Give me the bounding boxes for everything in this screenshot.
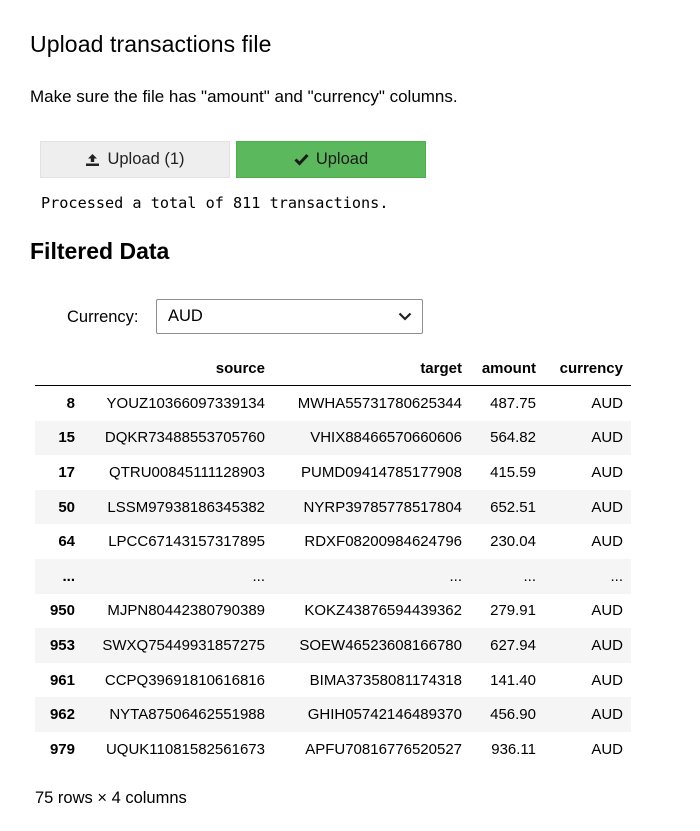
check-icon [294,153,309,166]
row-index: 50 [58,498,75,516]
table-cell: DQKR73488553705760 [104,429,265,447]
file-upload-button-label: Upload (1) [107,150,185,168]
table-cell: AUD [591,740,623,758]
table-cell: AUD [591,706,623,724]
notebook-output: Upload transactions file Make sure the f… [0,0,700,831]
row-index: 8 [66,394,75,412]
table-row: 953 SWXQ75449931857275 SOEW46523608166780 6… [35,628,631,663]
table-cell: NYRP39785778517804 [303,498,462,516]
row-index: ... [62,567,75,585]
table-cell: 456.90 [490,706,536,724]
table-cell: SWXQ75449931857275 [102,636,265,654]
upload-section-title: Upload transactions file [30,31,272,57]
table-cell: LSSM97938186345382 [107,498,265,516]
currency-selected-value: AUD [168,307,203,325]
row-index: 64 [58,533,75,551]
row-index: 953 [49,636,75,654]
table-cell: AUD [591,533,623,551]
table-cell: YOUZ10366097339134 [106,394,265,412]
table-cell: MWHA55731780625344 [297,394,462,412]
filtered-data-title: Filtered Data [30,238,170,264]
table-cell: 627.94 [490,636,536,654]
table-cell: GHIH05742146489370 [307,706,462,724]
column-header: source [83,351,273,386]
table-header-row: source target amount currency [35,351,631,386]
table-cell: ... [610,567,623,585]
table-cell: AUD [591,498,623,516]
processing-output: Processed a total of 811 transactions. [41,194,389,212]
row-index: 15 [58,429,75,447]
column-header: currency [544,351,631,386]
table-cell: 141.40 [490,671,536,689]
column-header [35,351,83,386]
table-cell: LPCC67143157317895 [108,533,265,551]
row-index: 950 [49,602,75,620]
table-row: 950 MJPN80442380790389 KOKZ43876594439362 2… [35,594,631,629]
file-upload-button[interactable]: Upload (1) [40,141,230,178]
upload-button[interactable]: Upload [236,141,426,178]
table-cell: SOEW46523608166780 [299,636,462,654]
table-row: 15 DQKR73488553705760 VHIX88466570660606 56… [35,420,631,456]
chevron-down-icon [398,312,412,321]
table-cell: 564.82 [490,429,536,447]
table-row: ............... [35,558,631,594]
table-cell: CCPQ39691810616816 [104,671,265,689]
table-row: 64 LPCC67143157317895 RDXF08200984624796 23… [35,524,631,559]
table-cell: MJPN80442380790389 [107,602,265,620]
row-index: 961 [49,671,75,689]
table-cell: UQUK11081582561673 [105,740,265,758]
currency-select[interactable]: AUD [156,299,423,334]
table-cell: BIMA37358081174318 [309,671,462,689]
table-summary: 75 rows × 4 columns [35,789,187,807]
table-cell: ... [252,567,265,585]
table-cell: 279.91 [490,602,536,620]
row-index: 979 [49,740,75,758]
table-row: 50 LSSM97938186345382 NYRP39785778517804 65… [35,489,631,525]
upload-instructions: Make sure the file has "amount" and "cur… [30,87,458,106]
table-cell: AUD [591,394,623,412]
table-row: 8 YOUZ10366097339134 MWHA55731780625344 487… [35,386,631,421]
table-row: 961 CCPQ39691810616816 BIMA37358081174318 1… [35,663,631,698]
table-cell: ... [523,567,536,585]
table-cell: APFU70816776520527 [305,740,462,758]
table-cell: RDXF08200984624796 [304,533,462,551]
column-header: target [273,351,470,386]
currency-label: Currency: [67,308,139,326]
table-row: 962 NYTA87506462551988 GHIH05742146489370 4… [35,697,631,732]
table-cell: PUMD09414785177908 [301,463,462,481]
table-cell: AUD [591,671,623,689]
table-cell: 936.11 [491,740,536,758]
row-index: 17 [58,463,75,481]
table-row: 17 QTRU00845111128903 PUMD09414785177908 41… [35,455,631,490]
upload-icon [86,153,100,166]
upload-button-label: Upload [315,150,369,168]
table-row: 979 UQUK11081582561673 APFU70816776520527 9… [35,732,631,767]
table-cell: VHIX88466570660606 [310,429,462,447]
table-cell: AUD [591,429,623,447]
table-cell: AUD [591,463,623,481]
table-cell: AUD [591,602,623,620]
filtered-data-table: source target amount currency 8 YOUZ10366097… [35,351,631,767]
row-index: 962 [49,706,75,724]
table-cell: 487.75 [490,394,536,412]
column-header: amount [470,351,544,386]
table-cell: AUD [591,636,623,654]
table-cell: 230.04 [490,533,536,551]
table-cell: KOKZ43876594439362 [304,602,462,620]
table-cell: 415.59 [490,463,536,481]
table-cell: ... [449,567,462,585]
table-cell: 652.51 [490,498,536,516]
table-cell: QTRU00845111128903 [109,463,265,481]
table-cell: NYTA87506462551988 [109,706,265,724]
